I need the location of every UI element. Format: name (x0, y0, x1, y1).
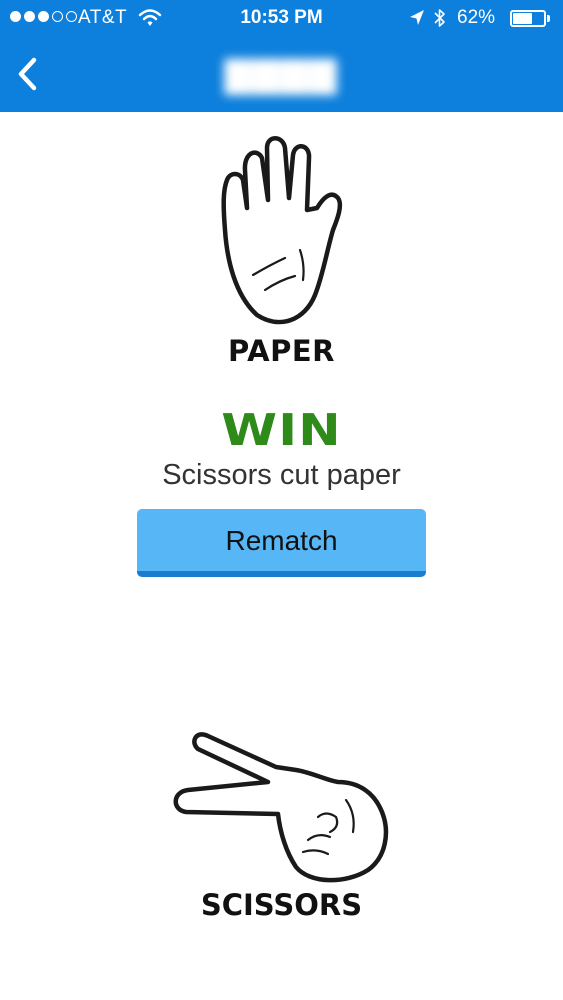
paper-hand-icon (221, 136, 343, 325)
scissors-hand-icon (173, 732, 389, 883)
nav-title-blurred: ▇▇▇▇ (0, 55, 563, 95)
battery-level-fill (513, 13, 532, 24)
bluetooth-icon (434, 9, 445, 27)
status-bar: AT&T 10:53 PM 62% (0, 0, 563, 38)
result-message: Scissors cut paper (162, 459, 401, 491)
top-header: AT&T 10:53 PM 62% ▇▇▇▇ (0, 0, 563, 112)
battery-tip (547, 15, 550, 22)
battery-icon (510, 10, 546, 27)
nav-title-text: ▇▇▇▇ (225, 56, 338, 94)
battery-percentage: 62% (457, 7, 496, 28)
player-choice-label: SCISSORS (200, 888, 363, 922)
rematch-button[interactable]: Rematch (137, 509, 426, 577)
opponent-choice-label: PAPER (228, 334, 335, 368)
location-arrow-icon (410, 10, 424, 25)
result-label: WIN (221, 405, 342, 456)
